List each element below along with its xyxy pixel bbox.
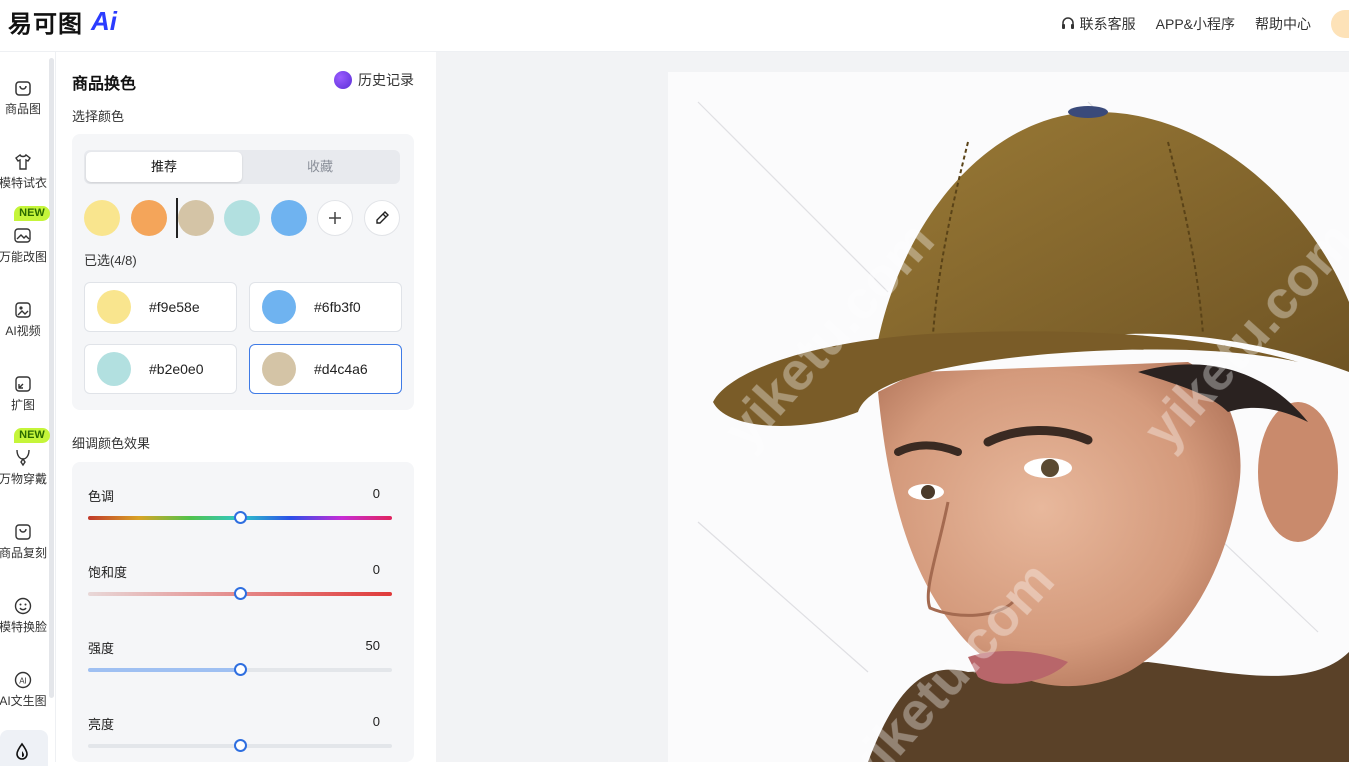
- nav-item-model-tryon[interactable]: 模特试衣: [0, 150, 47, 210]
- necklace-icon: [16, 449, 30, 467]
- nav-item-product-image[interactable]: 商品图: [0, 76, 46, 136]
- fine-tune-heading: 细调颜色效果: [72, 436, 151, 451]
- choose-color-heading: 选择颜色: [72, 109, 125, 124]
- chip-color-dot: [262, 352, 296, 386]
- nav-item-ai-video[interactable]: AI视频: [0, 298, 46, 358]
- expand-image-icon: [15, 376, 31, 392]
- recolor-panel: 商品换色 历史记录 选择颜色 推荐 收藏 已选(4/8) #f9e58e #6f…: [56, 52, 436, 762]
- app-miniprogram-link[interactable]: APP&小程序: [1156, 14, 1235, 34]
- selected-color-chip[interactable]: #6fb3f0: [249, 282, 402, 332]
- new-badge: NEW: [14, 428, 50, 443]
- color-drop-icon: [16, 742, 28, 760]
- contact-support-link[interactable]: 联系客服: [1060, 14, 1136, 34]
- color-swatch[interactable]: [131, 200, 167, 236]
- slider-saturation: 饱和度 0: [88, 562, 392, 632]
- nav-label: AI文生图: [0, 694, 47, 708]
- help-center-link[interactable]: 帮助中心: [1255, 14, 1311, 34]
- color-tabs: 推荐 收藏: [84, 150, 400, 184]
- eyedropper-button[interactable]: [364, 200, 400, 236]
- slider-thumb[interactable]: [234, 587, 247, 600]
- selected-color-chip[interactable]: #d4c4a6: [249, 344, 402, 394]
- slider-thumb[interactable]: [234, 511, 247, 524]
- fine-tune-card: 色调 0 饱和度 0 强度 50 亮度 0: [72, 462, 414, 762]
- slider-value: 0: [372, 714, 380, 729]
- nav-label: 万物穿戴: [0, 472, 47, 486]
- tab-recommended[interactable]: 推荐: [86, 152, 242, 182]
- nav-label: 商品图: [4, 102, 41, 116]
- slider-label: 色调: [88, 489, 115, 504]
- tshirt-icon: [15, 153, 31, 170]
- contact-support-label: 联系客服: [1079, 16, 1136, 32]
- slider-label: 强度: [88, 641, 115, 656]
- nav-label: 万能改图: [0, 250, 47, 264]
- color-swatch[interactable]: [224, 200, 260, 236]
- chip-color-dot: [97, 290, 131, 324]
- ai-text-image-icon: AI: [14, 671, 32, 689]
- chip-hex-label: #d4c4a6: [314, 361, 368, 377]
- bag-copy-icon: [15, 524, 31, 540]
- eyedropper-icon: [376, 211, 389, 224]
- chip-hex-label: #f9e58e: [149, 299, 200, 315]
- slider-value: 50: [365, 638, 380, 653]
- nav-label: 模特换脸: [0, 620, 47, 634]
- nav-scrollbar[interactable]: [49, 58, 54, 698]
- slider-intensity: 强度 50: [88, 638, 392, 708]
- app-miniprogram-label: APP&小程序: [1155, 16, 1235, 32]
- history-button[interactable]: 历史记录: [334, 70, 414, 90]
- nav-item-face-swap[interactable]: 模特换脸: [0, 594, 47, 654]
- add-color-button[interactable]: [317, 200, 353, 236]
- nav-label: AI视频: [5, 324, 41, 338]
- slider-value: 0: [372, 486, 380, 501]
- chip-hex-label: #b2e0e0: [149, 361, 204, 377]
- selected-count-label: 已选(4/8): [84, 253, 137, 268]
- slider-label: 饱和度: [88, 565, 128, 580]
- logo-text: 易可图: [8, 10, 83, 38]
- avatar[interactable]: [1331, 10, 1349, 38]
- model-with-cap-image: yiketu.com yiketu.com yiketu.com: [697, 101, 1349, 762]
- image-edit-icon: [14, 228, 31, 243]
- new-badge: NEW: [14, 206, 50, 221]
- help-center-label: 帮助中心: [1255, 16, 1311, 32]
- selected-color-chip[interactable]: #b2e0e0: [84, 344, 237, 394]
- history-label: 历史记录: [358, 72, 414, 88]
- color-picker-card: 推荐 收藏 已选(4/8) #f9e58e #6fb3f0 #b2e0e0 #d…: [72, 134, 414, 410]
- selected-color-chip[interactable]: #f9e58e: [84, 282, 237, 332]
- nav-item-universal-edit[interactable]: 万能改图: [0, 224, 47, 284]
- plus-icon: [329, 212, 341, 224]
- logo[interactable]: 易可图 Ai: [8, 5, 117, 38]
- top-header: 易可图 Ai 联系客服 APP&小程序 帮助中心: [0, 0, 1349, 52]
- nav-label: 模特试衣: [0, 176, 47, 190]
- color-swatch[interactable]: [84, 200, 120, 236]
- chip-color-dot: [262, 290, 296, 324]
- color-swatch[interactable]: [178, 200, 214, 236]
- face-icon: [14, 597, 32, 615]
- clock-icon: [334, 71, 352, 89]
- page-title: 商品换色: [72, 76, 137, 93]
- nav-item-ai-text-to-image[interactable]: AI AI文生图: [0, 668, 47, 728]
- svg-text:AI: AI: [19, 677, 27, 686]
- tab-favorites[interactable]: 收藏: [242, 152, 398, 182]
- slider-value: 0: [372, 562, 380, 577]
- logo-ai-mark: Ai: [91, 5, 117, 36]
- slider-thumb[interactable]: [234, 739, 247, 752]
- nav-label: 商品复刻: [0, 546, 47, 560]
- nav-item-product-replicate[interactable]: 商品复刻: [0, 520, 47, 580]
- nav-item-wearables[interactable]: 万物穿戴: [0, 446, 47, 506]
- chip-hex-label: #6fb3f0: [314, 299, 361, 315]
- nav-item-expand-image[interactable]: 扩图: [0, 372, 46, 432]
- headset-icon: [1061, 17, 1074, 29]
- slider-hue: 色调 0: [88, 486, 392, 556]
- video-icon: [15, 302, 31, 318]
- slider-brightness: 亮度 0: [88, 714, 392, 784]
- color-swatch[interactable]: [271, 200, 307, 236]
- nav-item-recolor-active[interactable]: [0, 730, 48, 766]
- bag-icon: [15, 81, 31, 96]
- nav-label: 扩图: [10, 398, 35, 412]
- product-photo[interactable]: yiketu.com yiketu.com yiketu.com: [668, 72, 1349, 762]
- chip-color-dot: [97, 352, 131, 386]
- slider-label: 亮度: [88, 717, 115, 732]
- left-nav: 商品图 模特试衣 NEW 万能改图 AI视频 扩图 NEW 万物穿戴 商品复刻 …: [0, 52, 56, 766]
- slider-thumb[interactable]: [234, 663, 247, 676]
